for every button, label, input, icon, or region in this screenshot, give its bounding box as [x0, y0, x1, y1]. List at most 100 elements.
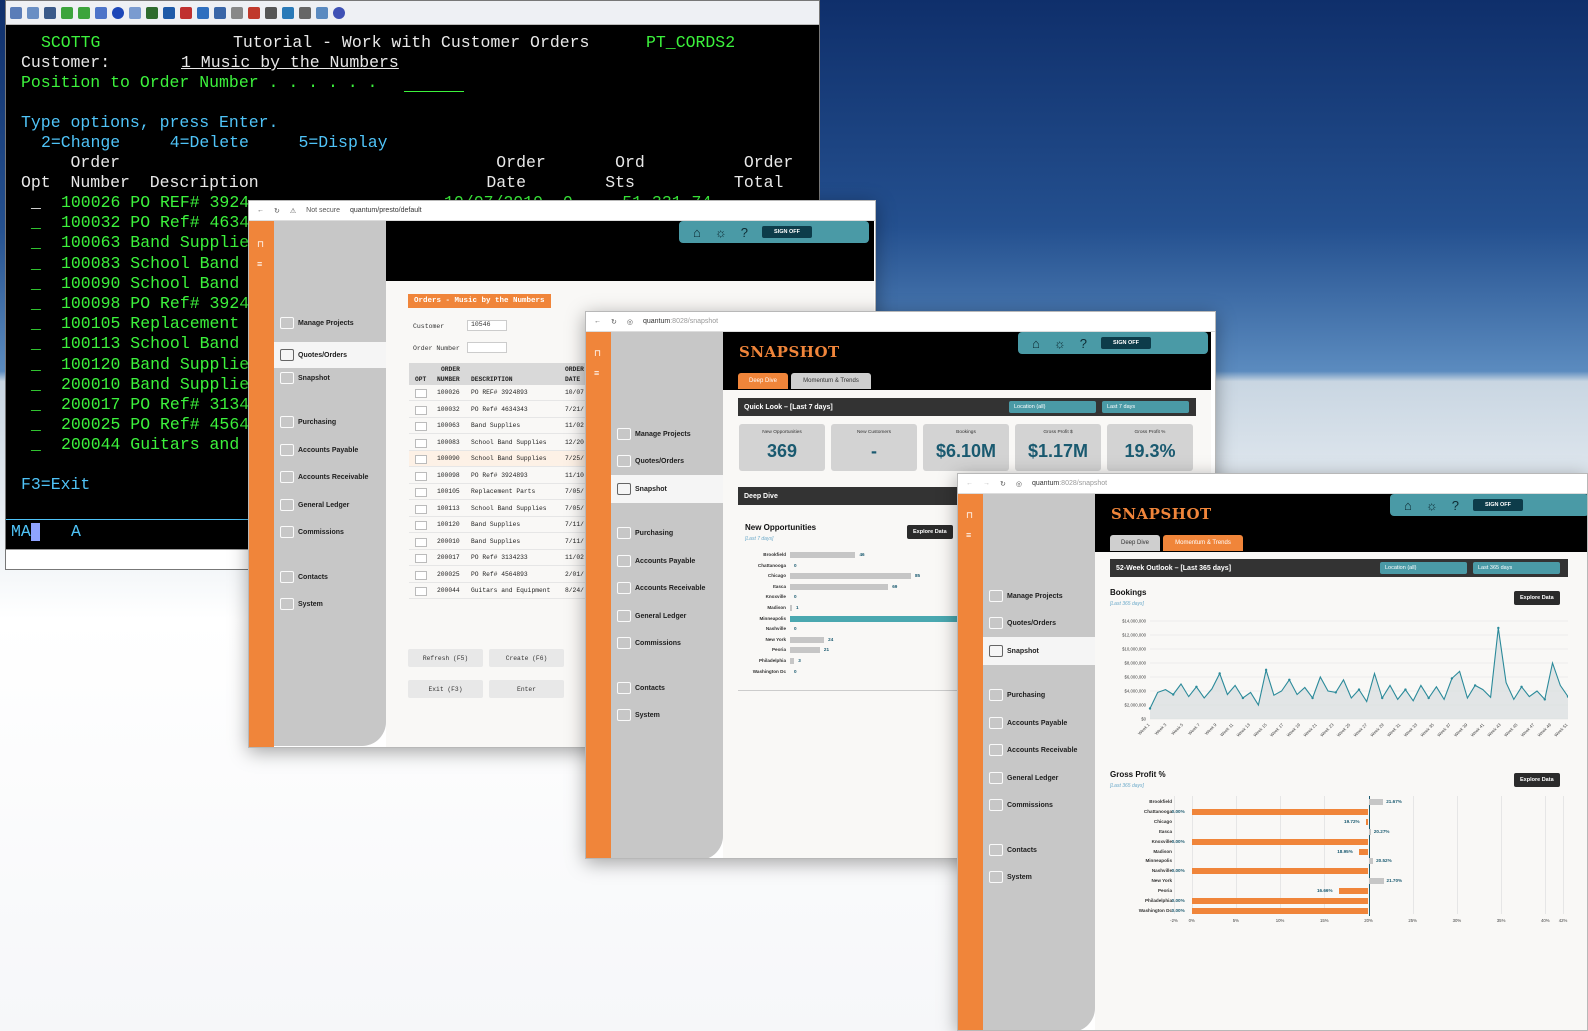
bar-mark[interactable] — [1338, 888, 1369, 895]
menu-snapshot[interactable]: Snapshot — [280, 370, 330, 386]
forward-icon[interactable]: → — [983, 480, 990, 487]
row-checkbox[interactable] — [415, 389, 427, 398]
tab-deep-dive[interactable]: Deep Dive — [738, 373, 788, 389]
row-opt-input[interactable]: _ — [31, 233, 41, 253]
exit-button[interactable]: Exit (F3) — [408, 680, 483, 698]
data-point[interactable] — [1381, 696, 1384, 700]
table-row[interactable]: 100090 School Band Supplies 7/25/ — [409, 451, 589, 467]
lightbulb-icon[interactable]: ☼ — [1054, 337, 1066, 350]
lock-icon[interactable]: ⊓ — [257, 239, 264, 250]
menu-purchasing[interactable]: Purchasing — [989, 687, 1045, 703]
exit-key[interactable]: F3=Exit — [21, 475, 90, 495]
sign-off-button[interactable]: SIGN OFF — [762, 226, 812, 238]
location-select[interactable]: Location (all) — [1009, 401, 1096, 413]
menu-manage-projects[interactable]: Manage Projects — [617, 426, 691, 442]
back-icon[interactable]: ← — [257, 207, 264, 214]
help-icon[interactable] — [333, 6, 345, 19]
data-point[interactable] — [1357, 688, 1361, 691]
customer-input[interactable]: 10546 — [467, 320, 507, 331]
row-opt-input[interactable]: _ — [31, 193, 41, 213]
table-row[interactable]: 200025 PO Ref# 4564893 2/01/ — [409, 567, 589, 583]
lock-icon[interactable]: ⊓ — [966, 510, 973, 521]
transfer-icon[interactable] — [248, 6, 260, 19]
bar-mark[interactable] — [1368, 858, 1374, 865]
bar-mark[interactable] — [1191, 907, 1369, 914]
menu-system[interactable]: System — [989, 869, 1032, 885]
send-icon[interactable] — [282, 6, 294, 19]
menu-accounts-receivable[interactable]: Accounts Receivable — [989, 742, 1077, 758]
row-checkbox[interactable] — [415, 537, 427, 547]
menu-contacts[interactable]: Contacts — [280, 569, 328, 585]
table-row[interactable]: 100063 Band Supplies 11/02 — [409, 418, 589, 434]
shield-icon[interactable] — [163, 6, 175, 19]
menu-accounts-payable[interactable]: Accounts Payable — [989, 715, 1067, 731]
help-icon[interactable]: ? — [1452, 499, 1459, 512]
row-opt-input[interactable]: _ — [31, 213, 41, 233]
document-icon[interactable] — [316, 6, 328, 19]
lock-icon[interactable]: ⊓ — [594, 348, 601, 359]
row-checkbox[interactable] — [415, 554, 427, 563]
customer-value[interactable]: 1 Music by the Numbers — [121, 53, 399, 73]
row-opt-input[interactable]: _ — [31, 415, 41, 435]
menu-quotes-orders[interactable]: Quotes/Orders — [989, 615, 1056, 631]
data-point[interactable] — [1288, 678, 1291, 681]
menu-system[interactable]: System — [280, 596, 323, 612]
bar-mark[interactable] — [790, 583, 889, 590]
menu-contacts[interactable]: Contacts — [617, 680, 665, 696]
create-button[interactable]: Create (F6) — [489, 649, 564, 667]
row-opt-input[interactable]: _ — [31, 334, 41, 354]
data-point[interactable] — [1473, 684, 1477, 687]
tab-momentum-trends[interactable]: Momentum & Trends — [791, 373, 871, 389]
row-checkbox[interactable] — [415, 521, 427, 530]
data-point[interactable] — [1404, 688, 1407, 691]
bar-mark[interactable] — [790, 573, 911, 580]
reload-icon[interactable]: ↻ — [274, 207, 280, 215]
menu-quotes-orders[interactable]: Quotes/Orders — [617, 453, 684, 469]
tool-icon[interactable] — [265, 6, 277, 19]
menu-general-ledger[interactable]: General Ledger — [280, 497, 349, 513]
menu-accounts-receivable[interactable]: Accounts Receivable — [617, 580, 705, 596]
data-point[interactable] — [1172, 693, 1175, 696]
keyboard-icon[interactable] — [197, 6, 209, 19]
refresh-button[interactable]: Refresh (F5) — [408, 649, 483, 667]
row-opt-input[interactable]: _ — [31, 435, 41, 455]
menu-general-ledger[interactable]: General Ledger — [989, 770, 1058, 786]
row-checkbox[interactable] — [415, 488, 427, 497]
row-checkbox[interactable] — [415, 422, 427, 431]
menu-manage-projects[interactable]: Manage Projects — [280, 315, 354, 331]
receive-icon[interactable] — [299, 6, 311, 19]
hamburger-icon[interactable]: ≡ — [257, 259, 262, 269]
bar-mark[interactable] — [1191, 808, 1369, 815]
row-opt-input[interactable]: _ — [31, 395, 41, 415]
row-opt-input[interactable]: _ — [31, 274, 41, 294]
data-point[interactable] — [1264, 668, 1268, 672]
url-text[interactable]: quantum:8028/snapshot — [1032, 480, 1107, 487]
explore-data-button[interactable]: Explore Data — [907, 525, 953, 539]
sign-off-button[interactable]: SIGN OFF — [1473, 499, 1523, 511]
data-point[interactable] — [1311, 696, 1314, 700]
bar-mark[interactable] — [1366, 818, 1369, 825]
bar-mark[interactable] — [1368, 828, 1371, 835]
sign-off-button[interactable]: SIGN OFF — [1101, 337, 1151, 349]
hamburger-icon[interactable]: ≡ — [594, 368, 599, 378]
file-icon[interactable] — [95, 6, 107, 19]
url-text[interactable]: quantum/presto/default — [350, 207, 422, 214]
menu-system[interactable]: System — [617, 707, 660, 723]
reload-icon[interactable]: ↻ — [611, 318, 617, 326]
grid-icon[interactable] — [214, 6, 226, 19]
bar-mark[interactable] — [790, 552, 856, 558]
help-icon[interactable]: ? — [741, 226, 748, 239]
row-checkbox[interactable] — [415, 438, 427, 448]
settings-icon[interactable] — [231, 6, 243, 19]
print-icon[interactable] — [44, 6, 56, 19]
data-point[interactable] — [1427, 696, 1430, 700]
table-row[interactable]: 200017 PO Ref# 3134233 11/02 — [409, 550, 589, 566]
data-point[interactable] — [1543, 698, 1546, 701]
home-icon[interactable]: ⌂ — [1404, 499, 1412, 512]
home-icon[interactable]: ⌂ — [1032, 337, 1040, 350]
reload-icon[interactable]: ↻ — [1000, 480, 1006, 488]
explore-gross-profit-button[interactable]: Explore Data — [1514, 773, 1560, 787]
period-select[interactable]: Last 7 days — [1102, 401, 1189, 413]
url-text[interactable]: quantum:8028/snapshot — [643, 318, 718, 325]
table-row[interactable]: 200044 Guitars and Equipment 8/24/ — [409, 583, 589, 599]
